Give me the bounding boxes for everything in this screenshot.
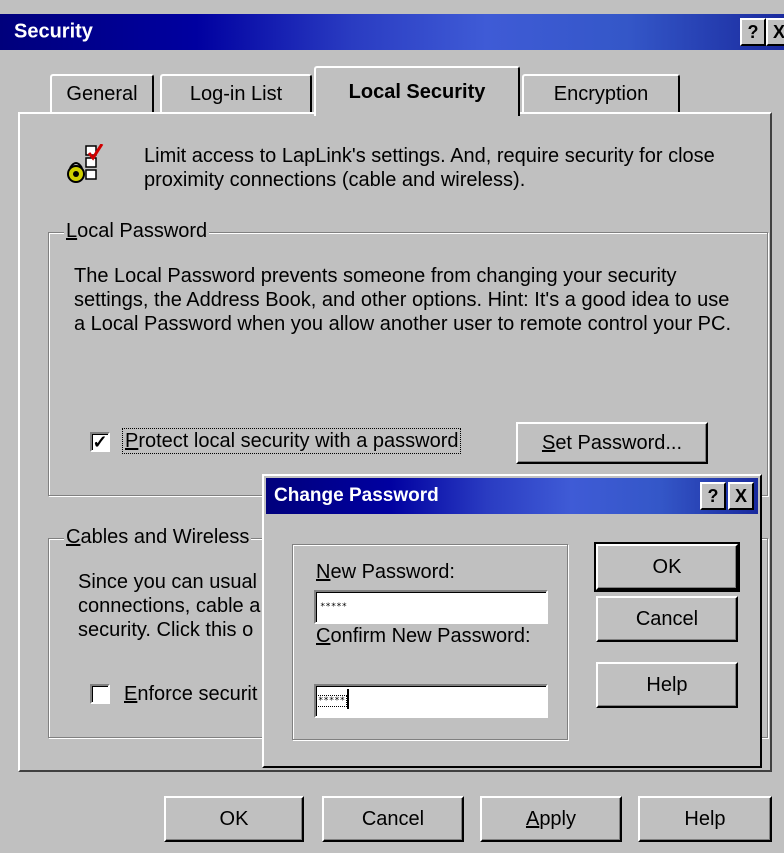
dialog-ok-button[interactable]: OK [594,542,740,592]
main-title: Security [14,20,93,43]
ok-button[interactable]: OK [164,796,304,842]
dialog-close-button[interactable]: X [728,482,754,510]
change-password-title: Change Password [274,485,439,506]
local-password-description: The Local Password prevents someone from… [74,265,732,335]
dialog-help-text-button[interactable]: Help [596,662,738,708]
tab-general[interactable]: General [50,74,154,112]
new-password-field[interactable]: ***** [314,590,548,624]
tab-encryption[interactable]: Encryption [522,74,680,112]
main-help-button[interactable]: ? [740,18,766,46]
protect-password-checkbox[interactable]: ✓ [90,432,110,452]
dialog-cancel-button[interactable]: Cancel [596,596,738,642]
checkmark-icon: ✓ [92,432,108,452]
new-password-label: New Password: [316,561,455,583]
enforce-security-label[interactable]: Enforce securit [124,682,257,706]
main-title-bar[interactable]: Security ? X [0,14,784,50]
tab-local-security[interactable]: Local Security [314,66,520,116]
confirm-password-field[interactable]: ***** [314,684,548,718]
cables-legend: Cables and Wireless [64,526,252,548]
confirm-password-label: Confirm New Password: [316,625,531,647]
help-button[interactable]: Help [638,796,772,842]
dialog-help-button[interactable]: ? [700,482,726,510]
protect-password-label[interactable]: Protect local security with a password [122,428,462,454]
cables-text-line-2: connections, cable a [78,595,261,617]
intro-text: Limit access to LapLink's settings. And,… [144,145,715,191]
cables-text-line-1: Since you can usual [78,571,258,593]
local-password-legend: Local Password [64,220,210,242]
apply-button[interactable]: Apply [480,796,622,842]
set-password-button[interactable]: Set Password... [516,422,708,464]
cables-text-line-3: security. Click this o [78,619,254,641]
lock-icon [64,143,104,188]
cancel-button[interactable]: Cancel [322,796,464,842]
tab-login-list[interactable]: Log-in List [160,74,312,112]
enforce-security-checkbox[interactable] [90,684,110,704]
text-cursor [347,688,350,709]
change-password-title-bar[interactable]: Change Password ? X [266,478,758,514]
main-close-button[interactable]: X [766,18,784,46]
